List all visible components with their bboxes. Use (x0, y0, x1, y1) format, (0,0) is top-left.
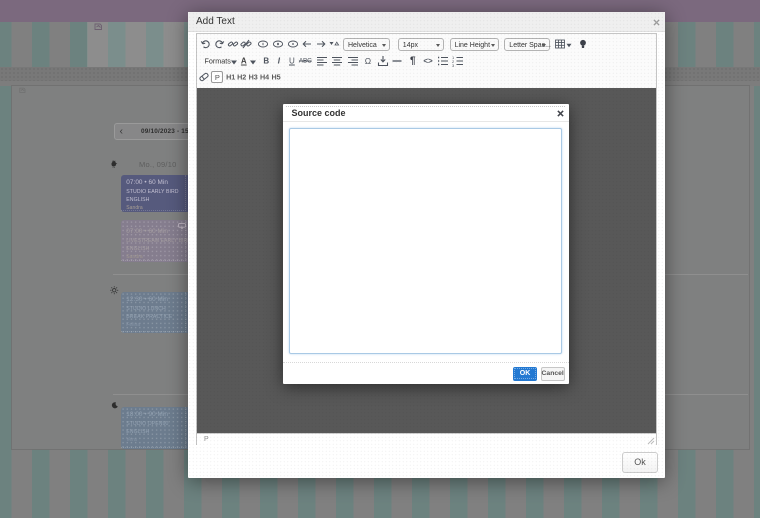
svg-text:3: 3 (452, 63, 455, 67)
